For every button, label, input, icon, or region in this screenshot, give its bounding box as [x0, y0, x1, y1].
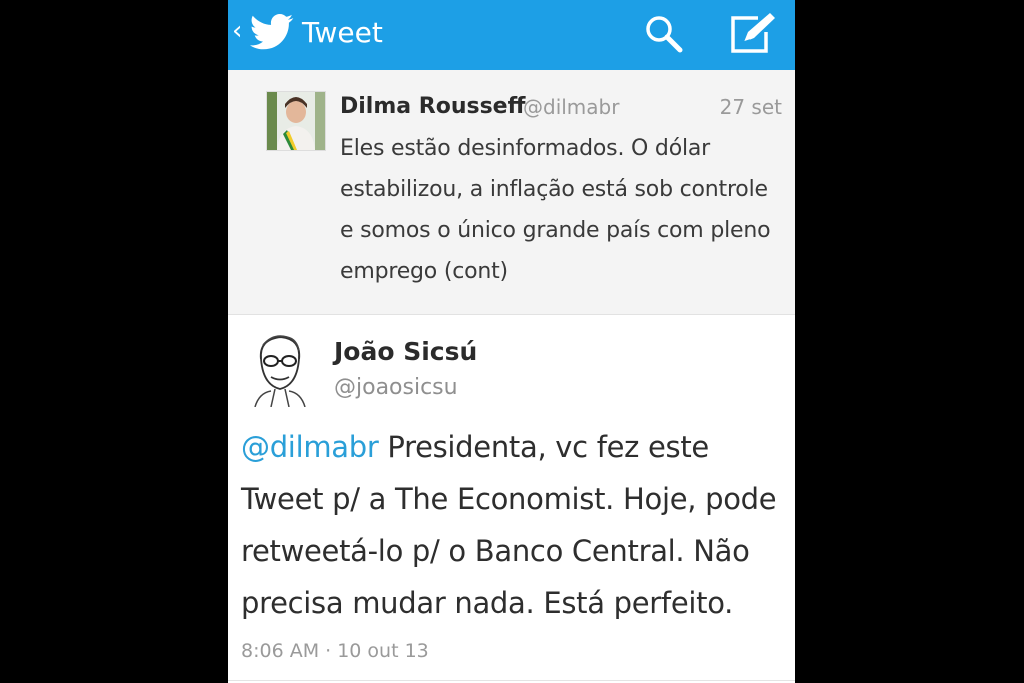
tweet-timestamp: 8:06 AM · 10 out 13: [241, 640, 429, 662]
quoted-author-name[interactable]: Dilma Rousseff: [340, 94, 525, 119]
avatar[interactable]: [241, 329, 319, 407]
search-icon[interactable]: [642, 12, 686, 56]
author-handle[interactable]: @joaosicsu: [334, 375, 458, 400]
twitter-app-screen: ‹ Tweet Dilma Rousseff @dilmabr 27 set E…: [228, 0, 795, 683]
twitter-bird-icon[interactable]: [250, 13, 294, 51]
page-title: Tweet: [302, 16, 383, 49]
tweet-text: @dilmabr Presidenta, vc fez este Tweet p…: [241, 421, 786, 629]
action-bar: ‹ Tweet: [228, 0, 795, 70]
quoted-author-handle[interactable]: @dilmabr: [523, 95, 619, 119]
avatar[interactable]: [266, 91, 326, 151]
quoted-tweet-text: Eles estão desinformados. O dólar estabi…: [340, 136, 771, 284]
divider: [228, 680, 795, 681]
back-chevron-icon[interactable]: ‹: [232, 18, 242, 44]
quoted-tweet-date: 27 set: [719, 95, 782, 119]
tweet-detail: João Sicsú @joaosicsu @dilmabr President…: [228, 315, 795, 683]
quoted-tweet[interactable]: Dilma Rousseff @dilmabr 27 set Eles estã…: [228, 70, 795, 315]
author-name[interactable]: João Sicsú: [334, 337, 477, 366]
compose-icon[interactable]: [728, 10, 778, 56]
mention-link[interactable]: @dilmabr: [241, 430, 379, 464]
